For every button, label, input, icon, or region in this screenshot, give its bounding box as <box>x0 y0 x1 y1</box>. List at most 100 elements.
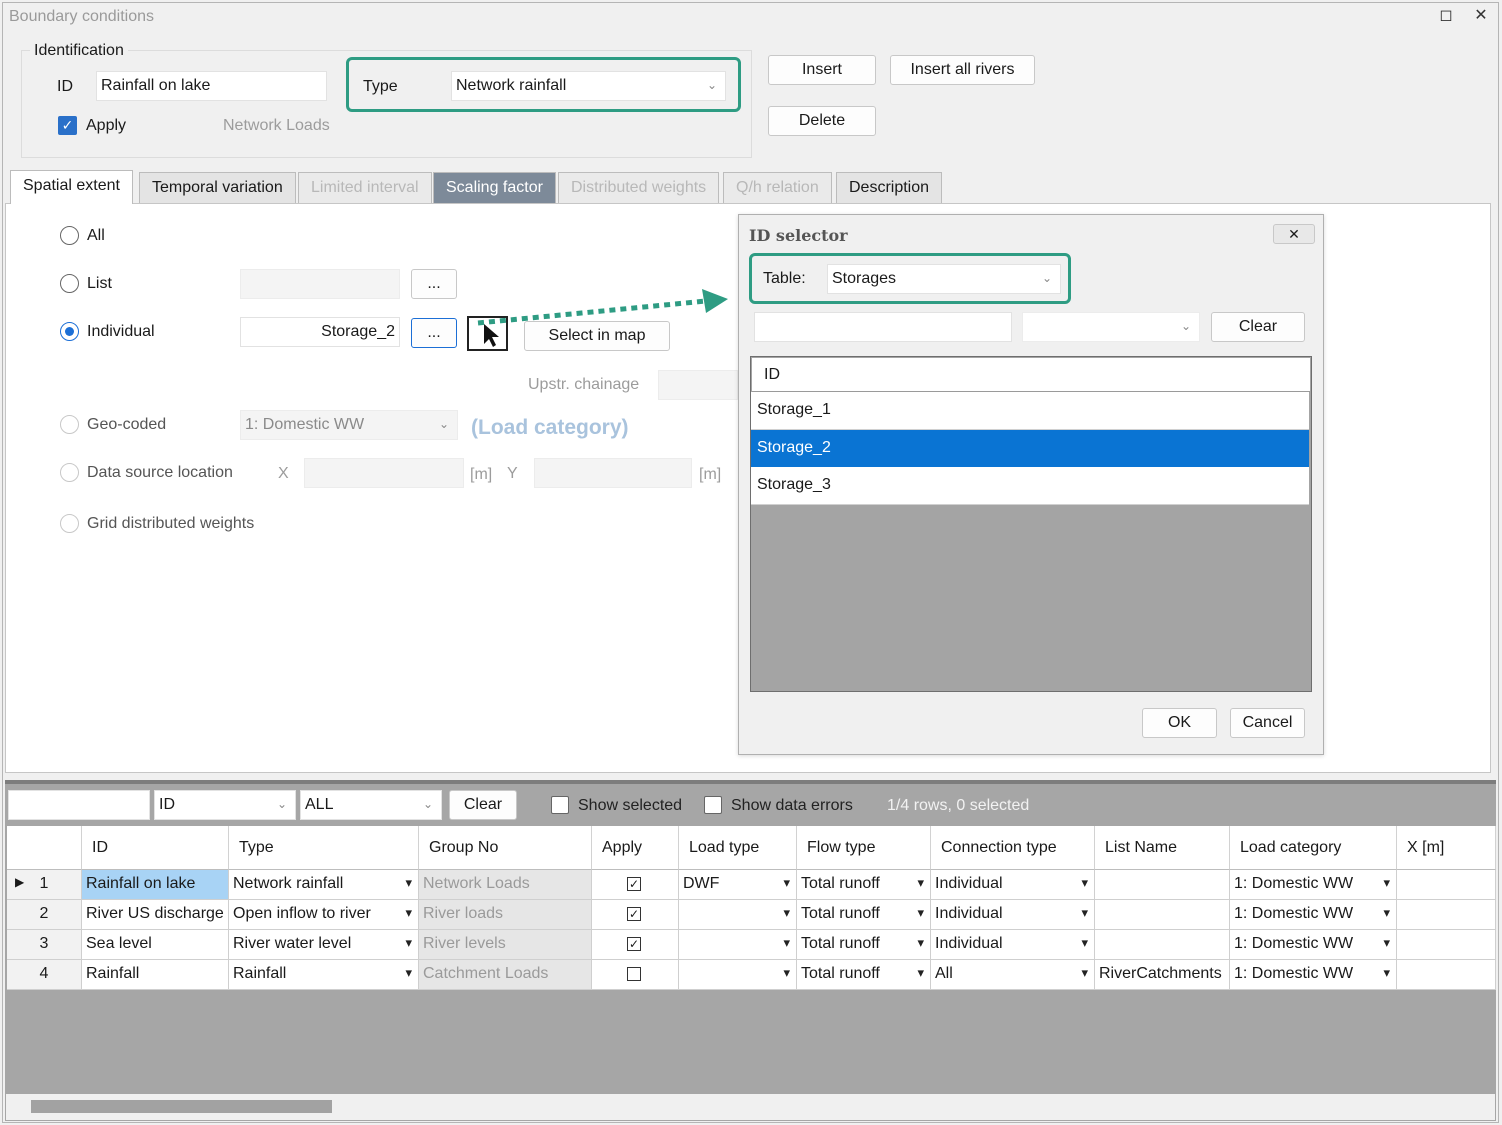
col-id[interactable]: ID <box>82 826 229 870</box>
cell-id[interactable]: Rainfall on lake <box>82 870 229 900</box>
row-header[interactable]: 4 <box>7 960 82 990</box>
selector-filter-input[interactable] <box>754 312 1012 342</box>
cell-x[interactable] <box>1397 960 1496 990</box>
cell-type[interactable]: Rainfall <box>229 960 419 990</box>
col-type[interactable]: Type <box>229 826 419 870</box>
cell-id[interactable]: Rainfall <box>82 960 229 990</box>
col-flow-type[interactable]: Flow type <box>797 826 931 870</box>
apply-checked-box[interactable]: ✓ <box>627 877 641 891</box>
cell-flow-type[interactable]: Total runoff <box>797 960 931 990</box>
show-selected-checkbox[interactable] <box>551 796 569 814</box>
tab-temporal-variation[interactable]: Temporal variation <box>139 172 296 204</box>
insert-button[interactable]: Insert <box>768 55 876 85</box>
col-list-name[interactable]: List Name <box>1095 826 1230 870</box>
cell-list-name[interactable]: RiverCatchments <box>1095 960 1230 990</box>
apply-checked-box[interactable]: ✓ <box>627 937 641 951</box>
cell-connection-type[interactable]: All <box>931 960 1095 990</box>
cell-apply[interactable]: ✓ <box>592 900 679 930</box>
tab-spatial-extent[interactable]: Spatial extent <box>10 170 133 204</box>
cell-list-name[interactable] <box>1095 870 1230 900</box>
filter-field-select[interactable]: ID ⌄ <box>154 790 296 820</box>
cell-apply[interactable]: ✓ <box>592 930 679 960</box>
col-x[interactable]: X [m] <box>1397 826 1496 870</box>
x-input[interactable] <box>304 458 464 488</box>
filter-all-select[interactable]: ALL ⌄ <box>300 790 442 820</box>
col-connection-type[interactable]: Connection type <box>931 826 1095 870</box>
radio-list[interactable] <box>60 274 79 293</box>
cell-load-category[interactable]: 1: Domestic WW <box>1230 930 1397 960</box>
cell-flow-type[interactable]: Total runoff <box>797 900 931 930</box>
cell-apply[interactable] <box>592 960 679 990</box>
col-load-type[interactable]: Load type <box>679 826 797 870</box>
cell-load-category[interactable]: 1: Domestic WW <box>1230 870 1397 900</box>
cell-load-type[interactable] <box>679 930 797 960</box>
geo-coded-select[interactable]: 1: Domestic WW ⌄ <box>240 410 458 440</box>
cell-load-category[interactable]: 1: Domestic WW <box>1230 900 1397 930</box>
insert-all-rivers-button[interactable]: Insert all rivers <box>890 55 1035 85</box>
radio-geo-coded[interactable] <box>60 415 79 434</box>
cell-type[interactable]: River water level <box>229 930 419 960</box>
apply-checked-box[interactable]: ✓ <box>627 907 641 921</box>
cell-connection-type[interactable]: Individual <box>931 900 1095 930</box>
cell-id[interactable]: River US discharge <box>82 900 229 930</box>
col-apply[interactable]: Apply <box>592 826 679 870</box>
dialog-close-button[interactable]: ✕ <box>1273 224 1315 244</box>
cell-list-name[interactable] <box>1095 900 1230 930</box>
table-select[interactable]: Storages ⌄ <box>827 264 1061 294</box>
id-input[interactable]: Rainfall on lake <box>96 71 327 101</box>
maximize-icon[interactable]: ◻ <box>1437 7 1455 25</box>
cell-type[interactable]: Open inflow to river <box>229 900 419 930</box>
selector-filter-select[interactable]: ⌄ <box>1022 312 1200 342</box>
individual-ellipsis-button[interactable]: ... <box>411 318 457 348</box>
tab-distributed-weights[interactable]: Distributed weights <box>558 172 720 204</box>
type-select[interactable]: Network rainfall ⌄ <box>451 71 726 101</box>
cell-list-name[interactable] <box>1095 930 1230 960</box>
row-header[interactable]: 3 <box>7 930 82 960</box>
col-load-category[interactable]: Load category <box>1230 826 1397 870</box>
cell-load-category[interactable]: 1: Domestic WW <box>1230 960 1397 990</box>
cell-flow-type[interactable]: Total runoff <box>797 930 931 960</box>
scrollbar-thumb[interactable] <box>31 1100 332 1113</box>
tab-description[interactable]: Description <box>836 172 943 204</box>
tab-scaling-factor[interactable]: Scaling factor <box>433 172 556 204</box>
cell-load-type[interactable] <box>679 900 797 930</box>
row-header[interactable]: ▶ 1 <box>7 870 82 900</box>
cell-id[interactable]: Sea level <box>82 930 229 960</box>
table-clear-button[interactable]: Clear <box>449 790 517 820</box>
individual-input[interactable]: Storage_2 <box>240 317 400 347</box>
list-ellipsis-button[interactable]: ... <box>411 269 457 299</box>
cancel-button[interactable]: Cancel <box>1230 708 1305 738</box>
cell-x[interactable] <box>1397 930 1496 960</box>
col-group-no[interactable]: Group No <box>419 826 592 870</box>
y-input[interactable] <box>534 458 692 488</box>
selector-row[interactable]: Storage_3 <box>751 467 1309 505</box>
cell-connection-type[interactable]: Individual <box>931 870 1095 900</box>
close-icon[interactable]: ✕ <box>1472 7 1490 25</box>
apply-unchecked-box[interactable] <box>627 967 641 981</box>
tab-qh-relation[interactable]: Q/h relation <box>723 172 832 204</box>
delete-button[interactable]: Delete <box>768 106 876 136</box>
radio-data-source-location[interactable] <box>60 463 79 482</box>
list-input[interactable] <box>240 269 400 299</box>
upstr-chainage-input[interactable] <box>658 370 738 400</box>
show-data-errors-checkbox[interactable] <box>704 796 722 814</box>
cell-x[interactable] <box>1397 870 1496 900</box>
selector-row-selected[interactable]: Storage_2 <box>751 430 1309 468</box>
apply-checkbox[interactable]: ✓ <box>58 116 77 135</box>
cell-type[interactable]: Network rainfall <box>229 870 419 900</box>
radio-grid-distributed-weights[interactable] <box>60 514 79 533</box>
cell-connection-type[interactable]: Individual <box>931 930 1095 960</box>
table-filter-input[interactable] <box>8 790 150 820</box>
cell-load-type[interactable]: DWF <box>679 870 797 900</box>
selector-clear-button[interactable]: Clear <box>1211 312 1305 342</box>
selector-column-header[interactable]: ID <box>752 358 1310 392</box>
selector-row[interactable]: Storage_1 <box>751 392 1309 430</box>
radio-all[interactable] <box>60 226 79 245</box>
cell-apply[interactable]: ✓ <box>592 870 679 900</box>
row-header[interactable]: 2 <box>7 900 82 930</box>
cell-load-type[interactable] <box>679 960 797 990</box>
cell-x[interactable] <box>1397 900 1496 930</box>
ok-button[interactable]: OK <box>1142 708 1217 738</box>
cell-flow-type[interactable]: Total runoff <box>797 870 931 900</box>
radio-individual[interactable] <box>60 322 79 341</box>
